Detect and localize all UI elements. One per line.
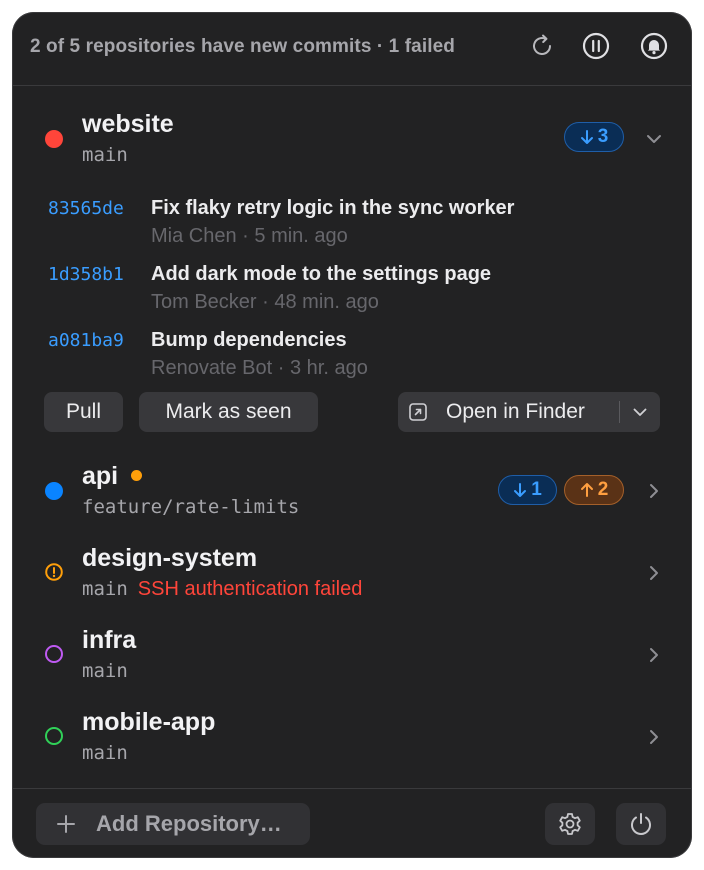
repo-row-infra[interactable]: infra main bbox=[12, 621, 692, 691]
commit-meta: Renovate Bot · 3 hr. ago bbox=[151, 357, 368, 379]
repo-name: api bbox=[82, 462, 119, 490]
header: 2 of 5 repositories have new commits · 1… bbox=[12, 12, 692, 86]
repo-row-design-system[interactable]: design-system main SSH authentication fai… bbox=[12, 539, 692, 609]
ahead-badge: 2 bbox=[564, 475, 624, 505]
commit-sha[interactable]: a081ba9 bbox=[48, 330, 124, 351]
branch-line: main SSH authentication failed bbox=[82, 578, 362, 601]
power-icon bbox=[631, 813, 651, 835]
status-dot bbox=[45, 130, 63, 148]
gear-icon bbox=[559, 813, 581, 835]
mark-as-seen-button[interactable]: Mark as seen bbox=[139, 392, 318, 432]
pull-button[interactable]: Pull bbox=[44, 392, 123, 432]
behind-badge: 3 bbox=[564, 122, 624, 152]
commit-item: 1d358b1 Add dark mode to the settings pa… bbox=[12, 260, 692, 320]
branch-name: feature/rate-limits bbox=[82, 496, 300, 518]
bell-icon[interactable] bbox=[640, 32, 668, 60]
settings-button[interactable] bbox=[545, 803, 595, 845]
chevron-right-icon[interactable] bbox=[644, 645, 664, 665]
commit-sha[interactable]: 1d358b1 bbox=[48, 264, 124, 285]
repo-row-mobile-app[interactable]: mobile-app main bbox=[12, 703, 692, 773]
status-dot bbox=[45, 645, 63, 663]
branch-name: main bbox=[82, 578, 128, 600]
repo-monitor-panel: 2 of 5 repositories have new commits · 1… bbox=[12, 12, 692, 858]
arrow-down-icon bbox=[514, 483, 527, 497]
branch-name: main bbox=[82, 660, 128, 682]
commit-meta: Mia Chen · 5 min. ago bbox=[151, 225, 348, 247]
external-link-icon bbox=[409, 403, 427, 421]
commit-message: Fix flaky retry logic in the sync worker bbox=[151, 197, 515, 219]
commit-item: a081ba9 Bump dependencies Renovate Bot ·… bbox=[12, 326, 692, 386]
sync-summary: 2 of 5 repositories have new commits · 1… bbox=[30, 36, 455, 57]
chevron-right-icon[interactable] bbox=[644, 563, 664, 583]
chevron-down-icon bbox=[633, 408, 647, 416]
commit-sha[interactable]: 83565de bbox=[48, 198, 124, 219]
refresh-icon[interactable] bbox=[528, 32, 556, 60]
error-message: SSH authentication failed bbox=[137, 578, 363, 600]
quit-button[interactable] bbox=[616, 803, 666, 845]
chevron-right-icon[interactable] bbox=[644, 727, 664, 747]
commit-message: Bump dependencies bbox=[151, 329, 347, 351]
repo-name: infra bbox=[82, 626, 137, 654]
commit-item: 83565de Fix flaky retry logic in the syn… bbox=[12, 194, 692, 254]
commit-meta: Tom Becker · 48 min. ago bbox=[151, 291, 379, 313]
modified-indicator-dot bbox=[131, 470, 142, 481]
repo-name: website bbox=[82, 110, 174, 138]
chevron-right-icon[interactable] bbox=[644, 481, 664, 501]
pause-icon[interactable] bbox=[582, 32, 610, 60]
plus-icon bbox=[57, 815, 75, 833]
branch-name: main bbox=[82, 742, 128, 764]
status-dot bbox=[45, 727, 63, 745]
add-repository-label: Add Repository… bbox=[96, 811, 282, 836]
add-repository-button[interactable]: Add Repository… bbox=[36, 803, 310, 845]
status-dot bbox=[45, 482, 63, 500]
repo-row-api[interactable]: api feature/rate-limits 1 2 bbox=[12, 457, 692, 527]
collapse-chevron-icon[interactable] bbox=[644, 129, 664, 149]
finder-options-dropdown[interactable] bbox=[620, 392, 660, 432]
branch-name: main bbox=[82, 144, 128, 166]
open-in-finder-label: Open in Finder bbox=[446, 400, 585, 423]
arrow-up-icon bbox=[580, 483, 593, 497]
behind-badge: 1 bbox=[498, 475, 557, 505]
footer: Add Repository… bbox=[12, 788, 692, 858]
arrow-down-icon bbox=[580, 130, 593, 144]
warning-icon bbox=[45, 563, 63, 581]
commit-message: Add dark mode to the settings page bbox=[151, 263, 492, 285]
repo-name: design-system bbox=[82, 544, 258, 572]
open-in-finder-button[interactable]: Open in Finder bbox=[398, 392, 618, 432]
repo-name: mobile-app bbox=[82, 708, 216, 736]
open-in-finder-split-button: Open in Finder bbox=[398, 392, 660, 432]
